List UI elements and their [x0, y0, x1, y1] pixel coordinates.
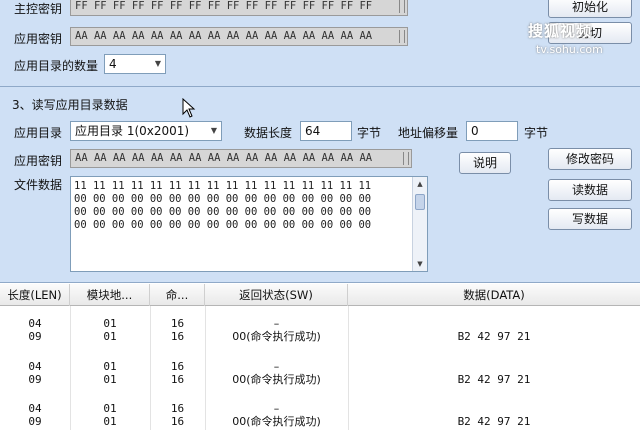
file-data-textarea[interactable]: 11 11 11 11 11 11 11 11 11 11 11 11 11 1…: [70, 176, 428, 272]
dir-count-select[interactable]: 4 ▼: [104, 54, 166, 74]
col-header-sw[interactable]: 返回状态(SW): [205, 284, 348, 306]
master-key-value: FF FF FF FF FF FF FF FF FF FF FF FF FF F…: [75, 0, 373, 12]
dir-count-value: 4: [109, 57, 117, 71]
table-header: 长度(LEN) 模块地... 命... 返回状态(SW) 数据(DATA): [0, 284, 640, 306]
scroll-up-icon[interactable]: ▲: [413, 177, 427, 191]
master-key-label: 主控密钥: [14, 2, 63, 16]
watermark-main: 搜狐视频: [528, 22, 593, 40]
cell-data: B2 42 97 21: [457, 373, 531, 386]
dir-count-label: 应用目录的数量: [14, 59, 99, 73]
scroll-down-icon[interactable]: ▼: [413, 257, 427, 271]
explain-button[interactable]: 说明: [459, 152, 511, 174]
addr-offset-label: 地址偏移量: [398, 126, 459, 140]
section3-title: 3、读写应用目录数据: [12, 98, 128, 112]
cell-sw: 00(命令执行成功): [232, 415, 321, 428]
cell-data: B2 42 97 21: [457, 330, 531, 343]
cell-len: 09: [28, 330, 42, 343]
scroll-thumb[interactable]: [415, 194, 425, 210]
app-key-label: 应用密钥: [14, 154, 63, 168]
data-len-input[interactable]: 64: [300, 121, 352, 141]
data-len-unit: 字节: [357, 126, 382, 140]
file-data-content: 11 11 11 11 11 11 11 11 11 11 11 11 11 1…: [74, 180, 372, 231]
app-dir-label: 应用目录: [14, 126, 63, 140]
cell-sw: 00(命令执行成功): [232, 330, 321, 343]
cell-sw: 00(命令执行成功): [232, 373, 321, 386]
app-key-label-top: 应用密钥: [14, 32, 63, 46]
cell-data: B2 42 97 21: [457, 415, 531, 428]
file-data-label: 文件数据: [14, 178, 63, 192]
mouse-pointer-icon: [182, 98, 196, 118]
data-len-label: 数据长度: [244, 126, 293, 140]
table-row[interactable]: 09 01 16 00(命令执行成功) B2 42 97 21: [0, 329, 640, 344]
field-grip-icon: [399, 30, 405, 43]
field-grip-icon: [399, 0, 405, 13]
app-key-field[interactable]: AA AA AA AA AA AA AA AA AA AA AA AA AA A…: [70, 149, 412, 168]
table-row[interactable]: 09 01 16 00(命令执行成功) B2 42 97 21: [0, 372, 640, 387]
app-key-field-top[interactable]: AA AA AA AA AA AA AA AA AA AA AA AA AA A…: [70, 27, 408, 46]
col-header-addr[interactable]: 模块地...: [70, 284, 150, 306]
section-divider: [0, 86, 640, 87]
addr-offset-input[interactable]: 0: [466, 121, 518, 141]
cell-len: 09: [28, 415, 42, 428]
addr-offset-unit: 字节: [524, 126, 549, 140]
app-dir-value: 应用目录 1(0x2001): [75, 124, 190, 138]
app-key-value: AA AA AA AA AA AA AA AA AA AA AA AA AA A…: [75, 152, 373, 164]
file-data-scrollbar[interactable]: ▲ ▼: [412, 177, 427, 271]
watermark-sub: tv.sohu.com: [536, 43, 603, 56]
cell-len: 09: [28, 373, 42, 386]
app-key-value-top: AA AA AA AA AA AA AA AA AA AA AA AA AA A…: [75, 30, 373, 42]
col-header-data[interactable]: 数据(DATA): [348, 284, 640, 306]
cell-addr: 01: [103, 373, 117, 386]
master-key-field[interactable]: FF FF FF FF FF FF FF FF FF FF FF FF FF F…: [70, 0, 408, 16]
read-data-button[interactable]: 读数据: [548, 179, 632, 201]
init-button[interactable]: 初始化: [548, 0, 632, 18]
cell-addr: 01: [103, 330, 117, 343]
log-table[interactable]: 长度(LEN) 模块地... 命... 返回状态(SW) 数据(DATA) 04…: [0, 284, 640, 430]
chevron-down-icon: ▼: [210, 126, 217, 135]
app-dir-select[interactable]: 应用目录 1(0x2001) ▼: [70, 121, 222, 141]
cell-addr: 01: [103, 415, 117, 428]
write-data-button[interactable]: 写数据: [548, 208, 632, 230]
change-key-button[interactable]: 修改密码: [548, 148, 632, 170]
cell-cmd: 16: [170, 373, 185, 386]
cell-cmd: 16: [170, 415, 185, 428]
chevron-down-icon: ▼: [154, 59, 161, 68]
settings-panel: 主控密钥 FF FF FF FF FF FF FF FF FF FF FF FF…: [0, 0, 640, 283]
table-row[interactable]: 09 01 16 00(命令执行成功) B2 42 97 21: [0, 414, 640, 429]
watermark-logo: 搜狐视频 tv.sohu.com: [528, 20, 634, 66]
cell-cmd: 16: [170, 330, 185, 343]
col-header-len[interactable]: 长度(LEN): [0, 284, 70, 306]
field-grip-icon: [403, 152, 409, 165]
col-header-cmd[interactable]: 命...: [150, 284, 205, 306]
